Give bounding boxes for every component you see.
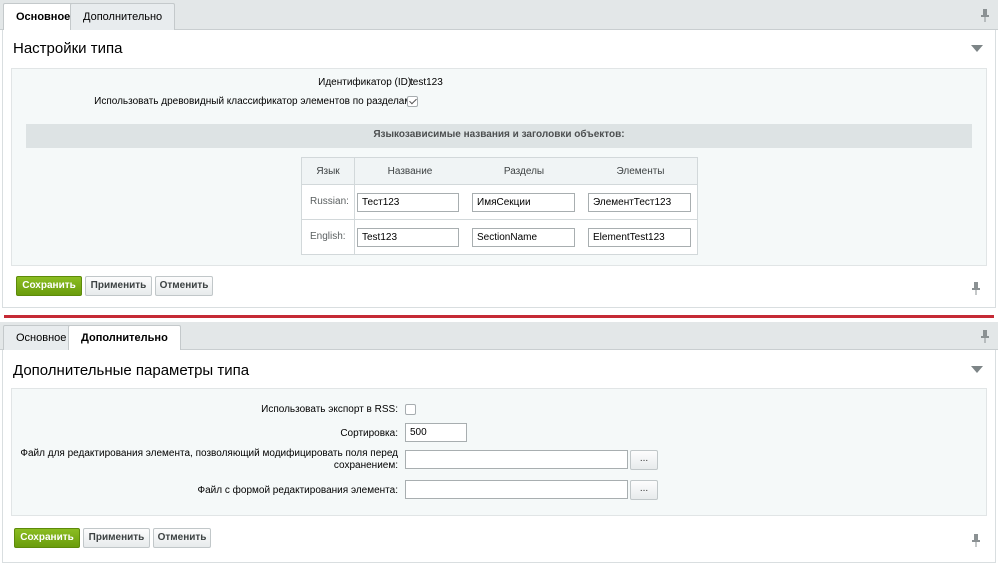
column-header-sections: Разделы [503,166,545,177]
name-input-ru[interactable]: Тест123 [357,193,459,212]
sort-label: Сортировка: [340,428,398,439]
pin-icon[interactable] [971,533,981,547]
section-title: Настройки типа [13,40,123,57]
browse-form-file-button[interactable]: ... [630,480,658,500]
pin-icon[interactable] [980,329,990,343]
chevron-down-icon[interactable] [971,366,983,373]
lang-names-table: Язык Название Разделы Элементы Russian: … [301,157,698,255]
id-label: Идентификатор (ID): [318,77,414,88]
cancel-button[interactable]: Отменить [155,276,213,296]
apply-button[interactable]: Применить [83,528,150,548]
divider-line [4,315,994,318]
tab-additional[interactable]: Дополнительно [70,3,176,31]
pin-icon[interactable] [980,8,990,22]
form-file-label: Файл с формой редактирования элемента: [197,485,398,496]
pin-icon[interactable] [971,281,981,295]
save-button[interactable]: Сохранить [14,528,80,548]
elements-input-en[interactable]: ElementTest123 [588,228,691,247]
lang-label: Russian: [310,196,349,207]
table-header: Язык Название Разделы Элементы [302,158,697,185]
column-header-elements: Элементы [616,166,665,177]
id-value: test123 [410,77,443,88]
section-title: Дополнительные параметры типа [13,362,250,379]
sort-input[interactable]: 500 [405,423,467,442]
tab-additional[interactable]: Дополнительно [68,325,181,351]
apply-button[interactable]: Применить [85,276,152,296]
settings-form: Идентификатор (ID): test123 Использовать… [11,68,987,266]
table-row: English: Test123 SectionName ElementTest… [302,220,697,255]
table-row: Russian: Тест123 ИмяСекции ЭлементТест12… [302,185,697,220]
rss-checkbox[interactable] [405,404,416,415]
tab-bar: Основное Дополнительно [0,0,998,31]
extra-form: Использовать экспорт в RSS: Сортировка: … [11,388,987,516]
tab-bar: Основное Дополнительно [0,322,998,351]
edit-file-input[interactable] [405,450,628,469]
edit-file-label-line2: сохранением: [333,460,398,471]
main-settings-panel: Основное Дополнительно Настройки типа Ид… [0,0,1000,310]
name-input-en[interactable]: Test123 [357,228,459,247]
additional-tab-content: Дополнительные параметры типа Использова… [2,350,996,563]
elements-input-ru[interactable]: ЭлементТест123 [588,193,691,212]
sections-input-ru[interactable]: ИмяСекции [472,193,575,212]
column-header-lang: Язык [316,166,340,177]
column-header-name: Название [387,166,433,177]
edit-file-label-line1: Файл для редактирования элемента, позвол… [20,448,398,459]
sections-input-en[interactable]: SectionName [472,228,575,247]
rss-label: Использовать экспорт в RSS: [261,404,398,415]
chevron-down-icon[interactable] [971,45,983,52]
main-tab-content: Настройки типа Идентификатор (ID): test1… [2,30,996,308]
form-file-input[interactable] [405,480,628,499]
save-button[interactable]: Сохранить [16,276,82,296]
tree-classifier-checkbox[interactable] [407,96,418,107]
lang-heading: Языкозависимые названия и заголовки объе… [26,124,972,148]
extra-settings-panel: Основное Дополнительно Дополнительные па… [0,322,1000,565]
cancel-button[interactable]: Отменить [153,528,211,548]
tree-classifier-label: Использовать древовидный классификатор э… [94,96,414,107]
lang-label: English: [310,231,346,242]
edit-file-label: Файл для редактирования элемента, позвол… [20,448,398,472]
browse-edit-file-button[interactable]: ... [630,450,658,470]
